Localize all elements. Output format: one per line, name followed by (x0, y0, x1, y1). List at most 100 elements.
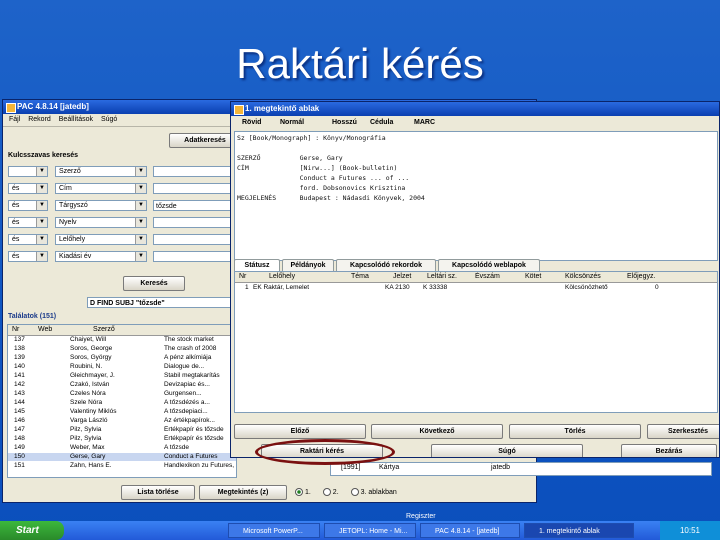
table-row[interactable]: 150 Gerse, Gary Conduct a Futures (8, 453, 236, 461)
menu-settings[interactable]: Beállítások (59, 114, 93, 126)
table-row[interactable]: 137 Chaiyet, Will The stock market (8, 336, 236, 344)
table-row[interactable]: 151 Zahn, Hans E. Handlexikon zu Futures, … (8, 462, 236, 470)
search-input[interactable] (153, 251, 237, 262)
search-operator-value: és (12, 202, 20, 209)
format-card[interactable]: Cédula (370, 119, 393, 126)
format-short[interactable]: Rövid (242, 119, 261, 126)
copies-col-vol[interactable]: Kötet (525, 272, 541, 282)
delete-button[interactable]: Törlés (509, 424, 641, 439)
col-web[interactable]: Web (38, 325, 52, 335)
table-row[interactable]: 138 Soros, George The crash of 2008 (8, 345, 236, 353)
search-operator[interactable]: és ▼ (8, 200, 48, 211)
table-row[interactable]: 146 Varga László Az értékpapírok... (8, 417, 236, 425)
taskbar-item-pac[interactable]: PAC 4.8.14 - [jatedb] (420, 523, 520, 538)
search-input[interactable] (153, 166, 237, 177)
copies-col-res[interactable]: Előjegyz. (627, 272, 655, 282)
copies-col-location[interactable]: Lelőhely (269, 272, 295, 282)
record-line-5: MEGJELENÉS Budapest : Nádasdi Könyvek, 2… (237, 194, 425, 202)
close-button[interactable]: Bezárás (621, 444, 717, 457)
row-nr: 143 (14, 390, 25, 397)
window-radio-group: 1. 2. 3. ablakban (295, 488, 397, 496)
copies-table: Nr Lelőhely Téma Jelzet Leltári sz. Évsz… (234, 271, 718, 413)
taskbar-item-browser[interactable]: JETOPL: Home - Mi... (324, 523, 416, 538)
search-field-select[interactable]: Tárgyszó ▼ (55, 200, 147, 211)
row-author: Soros, George (70, 345, 113, 352)
record-line-2: CÍM [Nirw...] (Book-bulletin) (237, 164, 398, 172)
copies-col-nr[interactable]: Nr (239, 272, 246, 282)
row-title: Értékpapír és tőzsde (164, 435, 224, 442)
search-operator[interactable]: és ▼ (8, 251, 48, 262)
search-operator[interactable]: és ▼ (8, 217, 48, 228)
table-row[interactable]: 142 Czakó, István Devizapiac és... (8, 381, 236, 389)
row-nr: 148 (14, 435, 25, 442)
table-row[interactable]: 140 Roubini, N. Dialogue de... (8, 363, 236, 371)
tab-related-web[interactable]: Kapcsolódó weblapok (438, 259, 540, 271)
search-field-select[interactable]: Lelőhely ▼ (55, 234, 147, 245)
taskbar-item-powerpoint[interactable]: Microsoft PowerP... (228, 523, 320, 538)
row-author: Zahn, Hans E. (70, 462, 112, 469)
format-long[interactable]: Hosszú (332, 119, 357, 126)
copies-col-status[interactable]: Kölcsönzés (565, 272, 601, 282)
menu-help[interactable]: Súgó (101, 114, 117, 126)
col-nr[interactable]: Nr (12, 325, 19, 335)
search-input[interactable] (153, 183, 237, 194)
copies-col-inv[interactable]: Leltári sz. (427, 272, 457, 282)
tab-related-records[interactable]: Kapcsolódó rekordok (336, 259, 436, 271)
table-row[interactable]: 141 Gleichmayer, J. Stabil megtakarítás (8, 372, 236, 380)
table-row[interactable]: 145 Valentiny Miklós A tőzsdepiaci... (8, 408, 236, 416)
taskbar-item-viewer[interactable]: 1. megtekintő ablak (524, 523, 634, 538)
table-row[interactable]: 147 Pilz, Sylvia Értékpapír és tőzsde (8, 426, 236, 434)
search-field-value: Nyelv (59, 219, 77, 226)
search-field-select[interactable]: Szerző ▼ (55, 166, 147, 177)
format-marc[interactable]: MARC (414, 119, 435, 126)
row-nr: 138 (14, 345, 25, 352)
search-field-select[interactable]: Kiadási év ▼ (55, 251, 147, 262)
search-field-select[interactable]: Nyelv ▼ (55, 217, 147, 228)
search-operator[interactable]: és ▼ (8, 234, 48, 245)
record-line-4: ford. Dobsonovics Krisztina (237, 184, 406, 192)
search-field-value: Szerző (59, 168, 81, 175)
start-button[interactable]: Start (0, 521, 64, 540)
radio-window-3[interactable] (350, 488, 359, 496)
table-row[interactable]: 144 Szele Nóra A tőzsdézés a... (8, 399, 236, 407)
tab-status[interactable]: Státusz (234, 259, 280, 271)
copies-row[interactable]: 1 EK Raktár, Lemelet KA 2130 K 33338 Köl… (235, 284, 717, 292)
row-nr: 147 (14, 426, 25, 433)
table-row[interactable]: 139 Soros, György A pénz alkímiája (8, 354, 236, 362)
row-nr: 137 (14, 336, 25, 343)
search-input[interactable] (153, 234, 237, 245)
table-row[interactable]: 149 Weber, Max A tőzsde (8, 444, 236, 452)
next-button[interactable]: Következő (371, 424, 503, 439)
prev-button[interactable]: Előző (234, 424, 366, 439)
format-normal[interactable]: Normál (280, 119, 304, 126)
edit-button[interactable]: Szerkesztés (647, 424, 719, 439)
tab-copies[interactable]: Példányok (282, 259, 334, 271)
query-field[interactable]: D FIND SUBJ "tőzsde" (87, 297, 237, 308)
system-tray-clock: 10:51 (660, 521, 720, 540)
search-operator[interactable]: és ▼ (8, 183, 48, 194)
table-row[interactable]: 148 Pilz, Sylvia Értékpapír és tőzsde (8, 435, 236, 443)
search-input[interactable] (153, 217, 237, 228)
record-line-1: SZERZŐ Gerse, Gary (237, 154, 343, 162)
help-button[interactable]: Súgó (431, 444, 583, 457)
search-button[interactable]: Keresés (123, 276, 185, 291)
highlight-circle (255, 439, 395, 465)
menu-record[interactable]: Rekord (28, 114, 51, 126)
col-author[interactable]: Szerző (93, 325, 115, 335)
search-field-select[interactable]: Cím ▼ (55, 183, 147, 194)
row-nr: 146 (14, 417, 25, 424)
viewer-titlebar[interactable]: 1. megtekintő ablak (231, 102, 719, 116)
copies-col-year[interactable]: Évszám (475, 272, 500, 282)
search-input[interactable]: tőzsde (153, 200, 237, 211)
slide-title: Raktári kérés (236, 40, 484, 87)
table-row[interactable]: 143 Czeles Nóra Gurgensen... (8, 390, 236, 398)
search-operator[interactable]: ▼ (8, 166, 48, 177)
radio-window-2[interactable] (322, 488, 331, 496)
clear-list-button[interactable]: Lista törlése (121, 485, 195, 500)
radio-window-1[interactable] (295, 488, 303, 496)
menu-file[interactable]: Fájl (9, 114, 20, 126)
copies-col-callno[interactable]: Jelzet (393, 272, 411, 282)
show-button[interactable]: Megtekintés (z) (199, 485, 287, 500)
row-nr: 151 (14, 462, 25, 469)
copies-col-theme[interactable]: Téma (351, 272, 369, 282)
